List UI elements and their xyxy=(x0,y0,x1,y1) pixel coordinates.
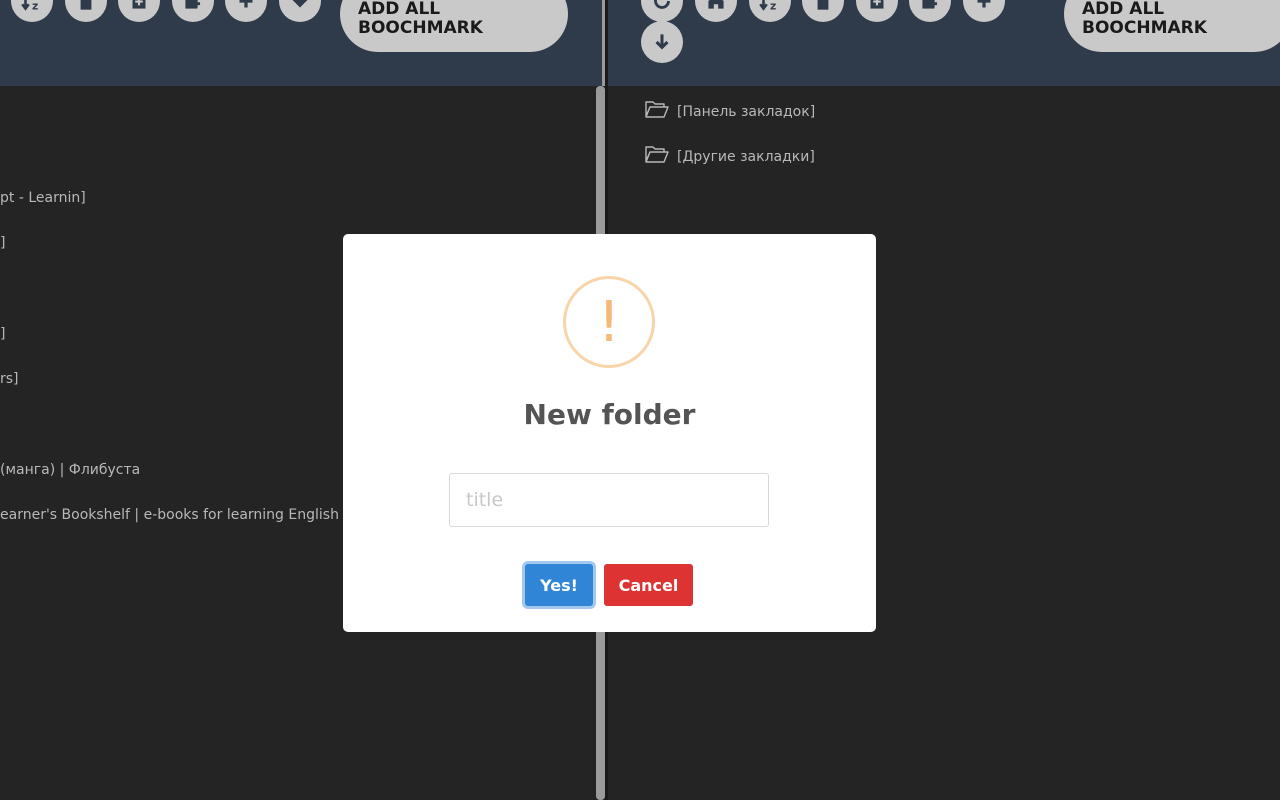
folder-open-icon xyxy=(645,144,669,169)
add-folder-icon[interactable] xyxy=(856,0,898,22)
add-folder-icon[interactable] xyxy=(118,0,160,22)
add-all-bookmarks-button[interactable]: ADD ALL BOOCHMARK xyxy=(340,0,568,52)
refresh-icon[interactable] xyxy=(641,0,683,22)
confirm-button[interactable]: Yes! xyxy=(525,564,593,606)
plus-icon[interactable] xyxy=(963,0,1005,22)
arrow-down-icon[interactable] xyxy=(279,0,321,22)
delete-icon[interactable] xyxy=(802,0,844,22)
bookmark-item[interactable]: pt - Learnin] xyxy=(0,190,86,206)
folder-title-input[interactable] xyxy=(449,473,769,527)
cancel-button[interactable]: Cancel xyxy=(604,564,693,606)
arrow-down-icon[interactable] xyxy=(641,21,683,63)
folder-item[interactable]: [Другие закладки] xyxy=(645,144,815,169)
bookmark-item[interactable]: ] xyxy=(0,235,5,251)
new-folder-dialog: ! New folder Yes! Cancel xyxy=(343,234,876,632)
warning-icon: ! xyxy=(563,276,655,368)
svg-text:z: z xyxy=(32,0,38,13)
home-icon[interactable] xyxy=(695,0,737,22)
dialog-title: New folder xyxy=(523,398,696,431)
plus-icon[interactable] xyxy=(225,0,267,22)
bookmark-item[interactable]: rs] xyxy=(0,371,19,387)
folder-item[interactable]: [Панель закладок] xyxy=(645,99,815,124)
add-bookmark-icon[interactable] xyxy=(909,0,951,22)
warning-mark: ! xyxy=(597,290,621,355)
bookmark-item[interactable]: (манга) | Флибуста xyxy=(0,462,140,478)
bookmark-item[interactable]: ] xyxy=(0,326,5,342)
svg-text:z: z xyxy=(770,0,776,13)
bookmark-item[interactable]: earner's Bookshelf | e-books for learnin… xyxy=(0,507,339,523)
add-all-bookmarks-button[interactable]: ADD ALL BOOCHMARK xyxy=(1064,0,1280,52)
right-toolbar: z ADD ALL BOOCHMARK xyxy=(608,0,1280,86)
folder-label: [Панель закладок] xyxy=(677,103,816,120)
folder-label: [Другие закладки] xyxy=(677,148,815,165)
left-toolbar: z ADD ALL BOOCHMARK xyxy=(0,0,604,86)
sort-az-icon[interactable]: z xyxy=(11,0,53,22)
folder-open-icon xyxy=(645,99,669,124)
delete-icon[interactable] xyxy=(65,0,107,22)
sort-az-icon[interactable]: z xyxy=(749,0,791,22)
add-bookmark-icon[interactable] xyxy=(172,0,214,22)
